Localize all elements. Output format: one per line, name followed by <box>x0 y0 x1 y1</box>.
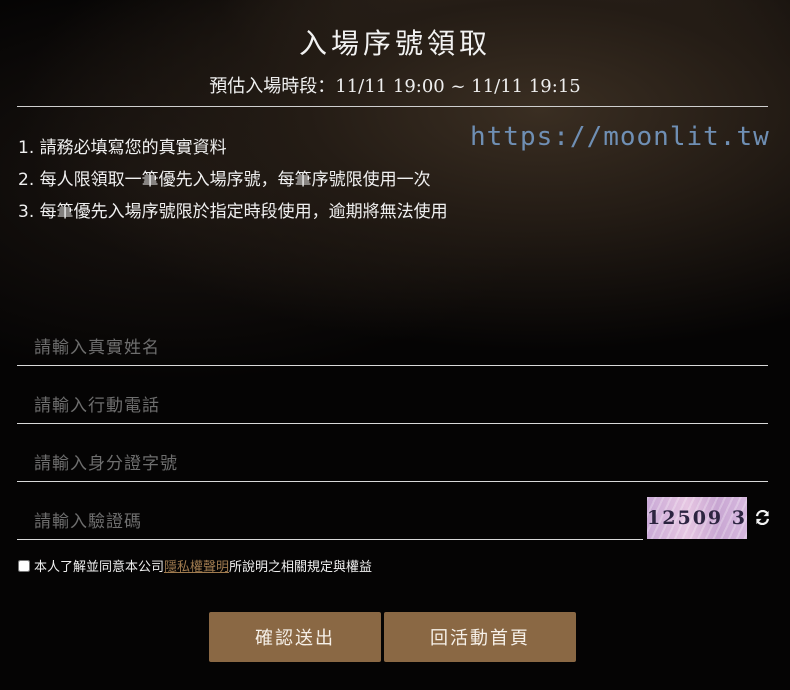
agreement-checkbox[interactable] <box>18 559 30 572</box>
phone-field-wrapper <box>17 380 768 424</box>
notes-list: 1. 請務必填寫您的真實資料 2. 每人限領取一筆優先入場序號，每筆序號限使用一… <box>18 132 448 228</box>
captcha-input[interactable] <box>17 496 643 539</box>
name-input[interactable] <box>17 322 768 365</box>
refresh-icon-graphic <box>755 509 769 525</box>
entry-time-label: 預估入場時段： <box>209 76 336 97</box>
name-field-wrapper <box>17 322 768 366</box>
phone-input[interactable] <box>17 380 768 423</box>
site-watermark: https://moonlit.tw <box>470 122 770 152</box>
page-title: 入場序號領取 <box>298 27 491 60</box>
entry-time-period: 預估入場時段：11/11 19:00 ~ 11/11 19:15 <box>0 72 790 98</box>
id-number-input[interactable] <box>17 438 768 481</box>
header-divider <box>17 106 768 107</box>
note-item: 2. 每人限領取一筆優先入場序號，每筆序號限使用一次 <box>18 170 431 190</box>
agreement-row: 本人了解並同意本公司 隱私權聲明 所說明之相關規定與權益 <box>18 556 372 575</box>
back-to-home-button[interactable]: 回活動首頁 <box>384 612 576 662</box>
entry-time-range: 11/11 19:00 ~ 11/11 19:15 <box>335 76 581 97</box>
submit-button[interactable]: 確認送出 <box>209 612 381 662</box>
agreement-prefix: 本人了解並同意本公司 <box>34 560 165 575</box>
agreement-suffix: 所說明之相關規定與權益 <box>229 560 373 575</box>
refresh-icon[interactable] <box>753 508 771 526</box>
captcha-field-wrapper <box>17 496 643 540</box>
captcha-image: 12509 3 <box>647 497 747 539</box>
captcha-text: 12509 3 <box>647 507 747 529</box>
id-field-wrapper <box>17 438 768 482</box>
note-item: 3. 每筆優先入場序號限於指定時段使用，逾期將無法使用 <box>18 202 448 222</box>
note-item: 1. 請務必填寫您的真實資料 <box>18 138 227 158</box>
privacy-policy-link[interactable]: 隱私權聲明 <box>164 556 229 575</box>
